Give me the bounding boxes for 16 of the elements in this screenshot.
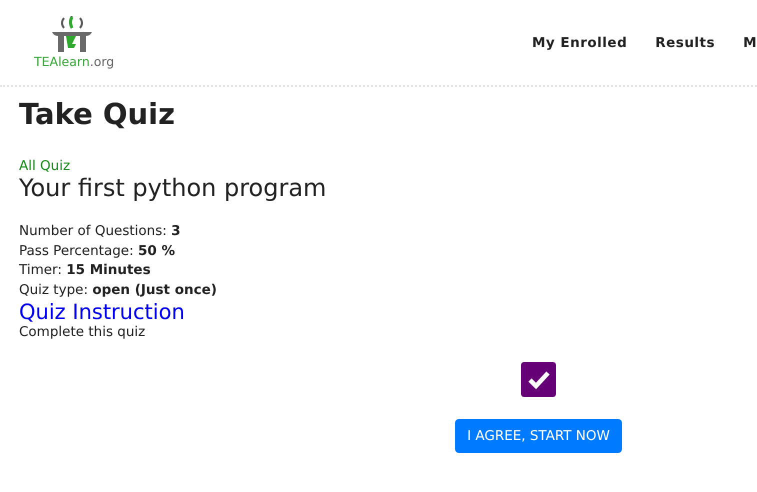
nav-link[interactable]: Results bbox=[655, 34, 716, 50]
agree-checkbox[interactable] bbox=[521, 362, 556, 397]
quiz-title: Your first python program bbox=[19, 174, 328, 202]
quiz-detail: Pass Percentage: 50 % bbox=[19, 242, 176, 260]
quiz-detail: Timer: 15 Minutes bbox=[19, 261, 152, 280]
instruction-text: Complete this quiz bbox=[19, 324, 146, 340]
quiz-detail: Number of Questions: 3 bbox=[19, 222, 182, 241]
page-title: Take Quiz bbox=[19, 97, 176, 131]
quiz-detail: Quiz type: open (Just once) bbox=[19, 280, 218, 300]
nav-link[interactable]: M bbox=[743, 34, 757, 50]
breadcrumb-link[interactable]: All Quiz bbox=[19, 158, 70, 174]
logo-text: TEAlearn.org bbox=[34, 56, 114, 69]
start-button[interactable]: I AGREE, START NOW bbox=[455, 419, 622, 453]
instruction-heading: Quiz Instruction bbox=[19, 300, 186, 324]
nav-link[interactable]: My Enrolled bbox=[532, 34, 628, 50]
check-icon bbox=[526, 370, 550, 390]
